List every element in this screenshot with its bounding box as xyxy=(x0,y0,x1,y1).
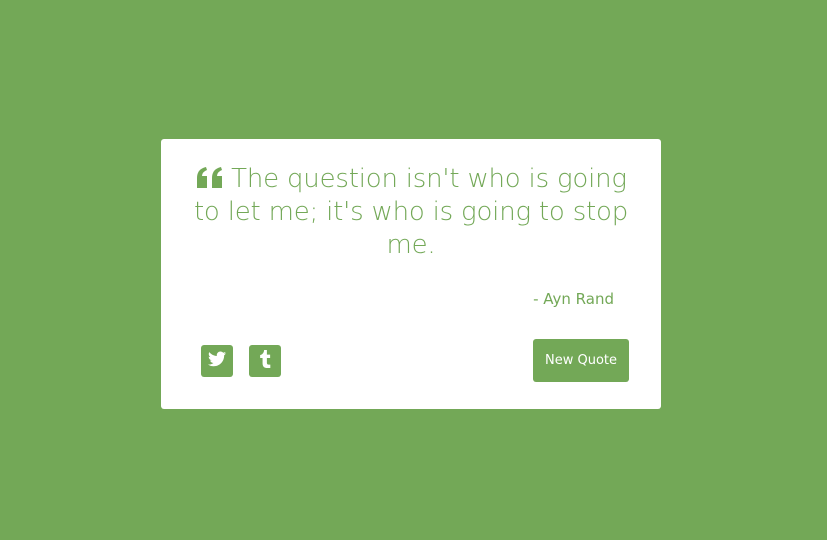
quote-author: - Ayn Rand xyxy=(533,290,614,308)
quote-text-container: The question isn't who is going to let m… xyxy=(191,163,631,262)
tweet-quote-button[interactable] xyxy=(201,345,233,377)
twitter-icon xyxy=(208,351,226,371)
quote-text: The question isn't who is going to let m… xyxy=(193,164,629,260)
tumblr-icon xyxy=(259,350,271,372)
quote-box: The question isn't who is going to let m… xyxy=(161,139,661,409)
quote-left-icon xyxy=(195,166,225,190)
tumblr-quote-button[interactable] xyxy=(249,345,281,377)
new-quote-button[interactable]: New Quote xyxy=(533,339,629,382)
